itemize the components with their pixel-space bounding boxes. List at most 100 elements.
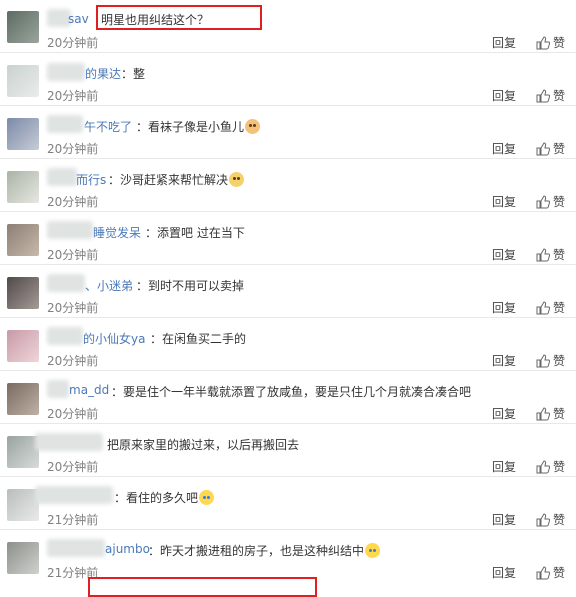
comment-text: ：整 xyxy=(121,67,146,81)
comment-text: ：到时不用可以卖掉 xyxy=(136,279,245,293)
comment-text: ：昨天才搬进租的房子，也是这种纠结中 xyxy=(148,542,381,559)
avatar[interactable] xyxy=(7,330,39,362)
comment-time: 20分钟前 xyxy=(47,354,99,368)
like-button[interactable]: 赞 xyxy=(536,405,565,422)
comment-item: 把原来家里的搬过来，以后再搬回去 20分钟前 回复 赞 xyxy=(0,424,576,477)
blurred-username xyxy=(47,115,83,133)
avatar[interactable] xyxy=(7,542,39,574)
like-button[interactable]: 赞 xyxy=(536,511,565,528)
avatar[interactable] xyxy=(7,383,39,415)
blurred-username xyxy=(47,168,77,186)
thumbs-up-icon xyxy=(536,141,550,155)
reply-button[interactable]: 回复 xyxy=(492,34,516,51)
avatar[interactable] xyxy=(7,65,39,97)
like-label: 赞 xyxy=(553,354,566,368)
comment-username[interactable]: 睡觉发呆 xyxy=(93,224,141,241)
comment-time: 20分钟前 xyxy=(47,36,99,50)
thumbs-up-icon xyxy=(536,512,550,526)
thumbs-up-icon xyxy=(536,353,550,367)
comment-username[interactable]: ajumbo xyxy=(105,542,150,556)
like-label: 赞 xyxy=(553,89,566,103)
blurred-username xyxy=(47,327,83,345)
reply-button[interactable]: 回复 xyxy=(492,193,516,210)
comment-item: 而行s ：沙哥赶紧来帮忙解决 20分钟前 回复 赞 xyxy=(0,159,576,212)
like-label: 赞 xyxy=(553,142,566,156)
reply-button[interactable]: 回复 xyxy=(492,564,516,581)
comment-time: 20分钟前 xyxy=(47,301,99,315)
comment-username[interactable]: 而行s xyxy=(76,171,106,188)
comment-time: 20分钟前 xyxy=(47,195,99,209)
comment-username[interactable]: 的果达 xyxy=(85,65,121,82)
thumbs-up-icon xyxy=(536,35,550,49)
like-button[interactable]: 赞 xyxy=(536,140,565,157)
blurred-username xyxy=(47,221,93,239)
avatar[interactable] xyxy=(7,224,39,256)
comment-time: 20分钟前 xyxy=(47,89,99,103)
like-label: 赞 xyxy=(553,36,566,50)
laughing-crying-face-icon xyxy=(199,490,215,505)
like-label: 赞 xyxy=(553,566,566,580)
thumbs-up-icon xyxy=(536,459,550,473)
reply-button[interactable]: 回复 xyxy=(492,140,516,157)
reply-button[interactable]: 回复 xyxy=(492,405,516,422)
comment-item: 的果达 ：整 20分钟前 回复 赞 xyxy=(0,53,576,106)
blurred-username xyxy=(47,539,105,557)
avatar[interactable] xyxy=(7,171,39,203)
avatar[interactable] xyxy=(7,277,39,309)
comment-username[interactable]: 的小仙女ya xyxy=(83,330,145,347)
avatar[interactable] xyxy=(7,118,39,150)
like-label: 赞 xyxy=(553,195,566,209)
reply-button[interactable]: 回复 xyxy=(492,299,516,316)
like-label: 赞 xyxy=(553,460,566,474)
reply-button[interactable]: 回复 xyxy=(492,511,516,528)
like-button[interactable]: 赞 xyxy=(536,564,565,581)
comment-item: ma_dd ：要是住个一年半载就添置了放咸鱼，要是只住几个月就凑合凑合吧 20分… xyxy=(0,371,576,424)
blurred-username xyxy=(47,380,69,398)
comment-time: 21分钟前 xyxy=(47,513,99,527)
like-button[interactable]: 赞 xyxy=(536,193,565,210)
comment-time: 20分钟前 xyxy=(47,248,99,262)
comment-text: ：要是住个一年半载就添置了放咸鱼，要是只住几个月就凑合凑合吧 xyxy=(111,385,472,399)
highlight-box xyxy=(88,577,317,597)
laughing-crying-face-icon xyxy=(365,543,381,558)
like-label: 赞 xyxy=(553,248,566,262)
comment-text: ：添置吧 过在当下 xyxy=(145,226,245,240)
like-label: 赞 xyxy=(553,513,566,527)
comment-item: 睡觉发呆 ：添置吧 过在当下 20分钟前 回复 赞 xyxy=(0,212,576,265)
like-label: 赞 xyxy=(553,407,566,421)
blurred-username xyxy=(35,433,103,451)
comment-time: 20分钟前 xyxy=(47,142,99,156)
reply-button[interactable]: 回复 xyxy=(492,246,516,263)
like-button[interactable]: 赞 xyxy=(536,34,565,51)
like-button[interactable]: 赞 xyxy=(536,299,565,316)
cat-face-icon xyxy=(245,119,261,134)
thumbs-up-icon xyxy=(536,247,550,261)
reply-button[interactable]: 回复 xyxy=(492,458,516,475)
comment-text: ：沙哥赶紧来帮忙解决 xyxy=(108,171,245,188)
comment-text: ：在闲鱼买二手的 xyxy=(150,332,247,346)
comment-username[interactable]: ma_dd xyxy=(69,383,109,397)
like-button[interactable]: 赞 xyxy=(536,87,565,104)
comment-username[interactable]: 午不吃了 xyxy=(84,118,132,135)
comment-text: ：看住的多久吧 xyxy=(114,489,215,506)
comment-item: 、小迷弟 ：到时不用可以卖掉 20分钟前 回复 赞 xyxy=(0,265,576,318)
thumbs-up-icon xyxy=(536,88,550,102)
comment-time: 20分钟前 xyxy=(47,407,99,421)
comment-time: 20分钟前 xyxy=(47,460,99,474)
like-button[interactable]: 赞 xyxy=(536,352,565,369)
like-button[interactable]: 赞 xyxy=(536,246,565,263)
comment-username[interactable]: 、小迷弟 xyxy=(85,277,133,294)
comment-item: ajumbo ：昨天才搬进租的房子，也是这种纠结中 21分钟前 回复 赞 xyxy=(0,530,576,583)
like-label: 赞 xyxy=(553,301,566,315)
reply-button[interactable]: 回复 xyxy=(492,352,516,369)
comment-text: 把原来家里的搬过来，以后再搬回去 xyxy=(107,438,300,452)
avatar[interactable] xyxy=(7,11,39,43)
reply-button[interactable]: 回复 xyxy=(492,87,516,104)
blurred-username xyxy=(47,63,85,81)
comment-username[interactable]: sav xyxy=(68,12,89,26)
comment-text-content: ：看袜子像是小鱼儿 xyxy=(136,120,245,134)
comment-text-content: ：看住的多久吧 xyxy=(114,491,199,505)
comment-item: 的小仙女ya ：在闲鱼买二手的 20分钟前 回复 赞 xyxy=(0,318,576,371)
thumbs-up-icon xyxy=(536,194,550,208)
like-button[interactable]: 赞 xyxy=(536,458,565,475)
